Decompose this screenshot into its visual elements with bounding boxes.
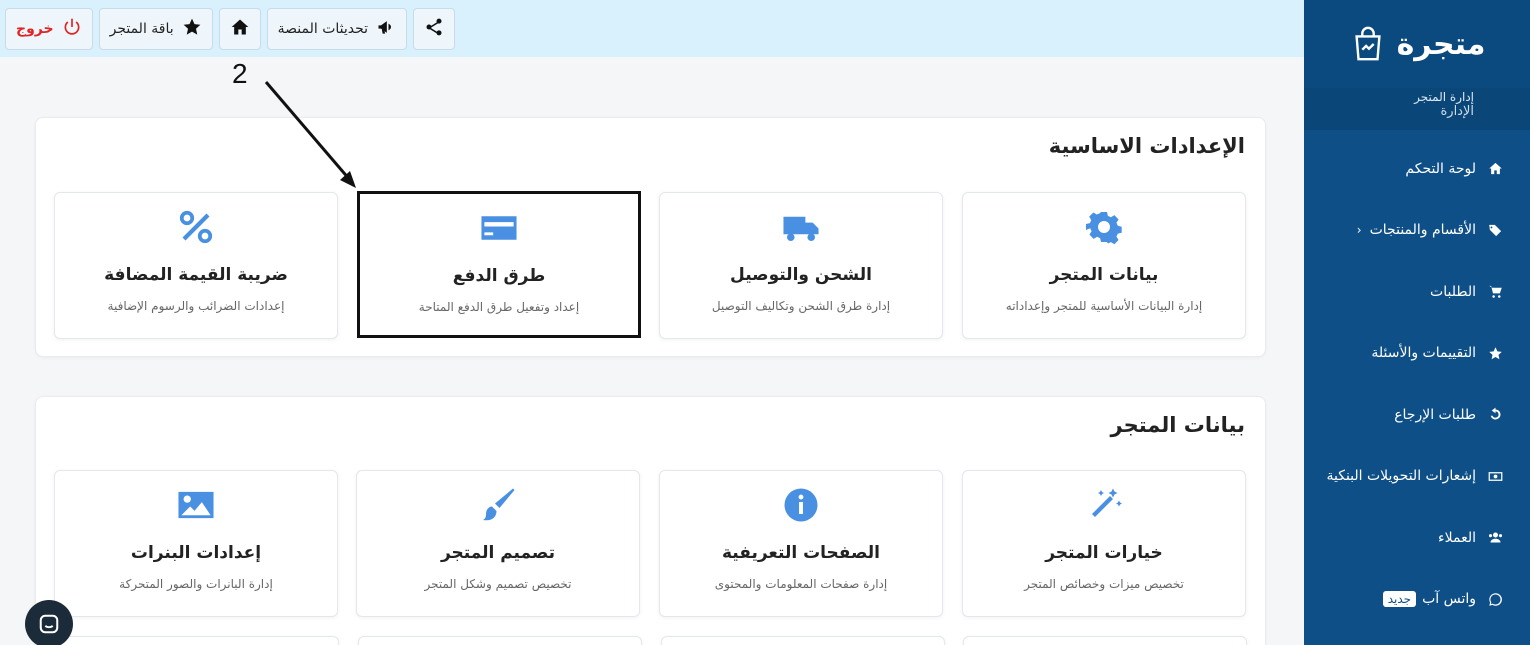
card-description: إدارة صفحات المعلومات والمحتوى — [714, 577, 888, 591]
logout-label: خروج — [16, 20, 54, 37]
card-partial — [661, 636, 945, 645]
home-button[interactable] — [218, 7, 261, 50]
megaphone-icon — [376, 17, 396, 41]
shopping-bag-icon — [1354, 26, 1381, 61]
card-payment-methods[interactable]: طرق الدفع إعداد وتفعيل طرق الدفع المتاحة — [357, 191, 641, 338]
section-title: بيانات المتجر — [1110, 413, 1245, 437]
section-title: الإعدادات الاساسية — [1048, 134, 1245, 158]
store-package-button[interactable]: باقة المتجر — [98, 7, 213, 50]
gear-icon — [963, 209, 1245, 245]
sidebar-item-label: الأقسام والمنتجات — [1369, 222, 1476, 239]
card-description: إدارة البيانات الأساسية للمتجر وإعداداته — [1005, 299, 1203, 313]
card-title: ضريبة القيمة المضافة — [104, 265, 288, 285]
card-banner-settings[interactable]: إعدادات البنرات إدارة البانرات والصور ال… — [54, 470, 338, 617]
platform-updates-button[interactable]: تحديثات المنصة — [266, 7, 408, 50]
sidebar-item-bank-transfers[interactable]: إشعارات التحويلات البنكية — [1304, 446, 1530, 508]
sidebar-item-orders[interactable]: الطلبات — [1304, 261, 1530, 323]
card-store-options[interactable]: خيارات المتجر تخصيص ميزات وخصائص المتجر — [962, 470, 1246, 617]
sidebar-item-label: طلبات الإرجاع — [1394, 406, 1476, 423]
sidebar-item-label: لوحة التحكم — [1405, 160, 1476, 177]
sidebar-item-label: الطلبات — [1430, 283, 1476, 300]
card-info-pages[interactable]: الصفحات التعريفية إدارة صفحات المعلومات … — [659, 470, 943, 617]
platform-updates-label: تحديثات المنصة — [277, 20, 369, 37]
star-icon — [182, 17, 202, 41]
logout-button[interactable]: خروج — [5, 7, 93, 50]
store-data-panel: بيانات المتجر خيارات المتجر تخصيص ميزات … — [35, 396, 1266, 645]
cart-icon — [1486, 284, 1504, 299]
sidebar-item-categories-products[interactable]: الأقسام والمنتجات ‹ — [1304, 200, 1530, 262]
card-vat[interactable]: ضريبة القيمة المضافة إعدادات الضرائب وال… — [54, 192, 338, 339]
card-store-data[interactable]: بيانات المتجر إدارة البيانات الأساسية لل… — [962, 192, 1246, 339]
info-icon — [660, 487, 942, 523]
magic-wand-icon — [963, 487, 1245, 523]
money-icon — [1486, 469, 1504, 484]
home-icon — [1486, 161, 1504, 176]
card-store-design[interactable]: تصميم المتجر تخصيص تصميم وشكل المتجر — [356, 470, 640, 617]
section-subtitle: الإدارة — [1440, 104, 1474, 119]
card-description: إدارة البانرات والصور المتحركة — [119, 577, 273, 591]
users-icon — [1486, 530, 1504, 545]
paintbrush-icon — [357, 487, 639, 523]
percent-icon — [55, 209, 337, 245]
home-icon — [230, 17, 250, 41]
new-badge: جديد — [1382, 591, 1417, 608]
card-title: الشحن والتوصيل — [730, 265, 872, 285]
sidebar: متجرة إدارة المتجر الإدارة لوحة التحكم ا… — [1304, 0, 1530, 645]
top-toolbar: خروج باقة المتجر تحديثات المنصة — [0, 0, 1304, 57]
tags-icon — [1486, 223, 1504, 238]
store-package-label: باقة المتجر — [109, 20, 174, 37]
sidebar-item-whatsapp[interactable]: واتس آب جديد — [1304, 569, 1530, 631]
annotation-number: 2 — [232, 58, 248, 89]
card-title: إعدادات البنرات — [130, 543, 262, 563]
card-title: طرق الدفع — [452, 266, 546, 286]
whatsapp-icon — [1486, 592, 1504, 607]
share-button[interactable] — [413, 7, 456, 50]
sidebar-item-label: التقييمات والأسئلة — [1371, 345, 1476, 362]
credit-card-icon — [360, 210, 638, 246]
card-description: إعداد وتفعيل طرق الدفع المتاحة — [418, 300, 580, 314]
sidebar-item-returns[interactable]: طلبات الإرجاع — [1304, 384, 1530, 446]
sidebar-item-dashboard[interactable]: لوحة التحكم — [1304, 138, 1530, 200]
chat-widget-button[interactable] — [25, 600, 73, 645]
logo[interactable]: متجرة — [1304, 0, 1530, 88]
card-title: خيارات المتجر — [1045, 543, 1163, 563]
sidebar-item-label: إشعارات التحويلات البنكية — [1326, 468, 1476, 485]
share-icon — [424, 17, 444, 41]
sidebar-section-header: إدارة المتجر الإدارة — [1304, 88, 1530, 130]
sidebar-item-label: العملاء — [1438, 529, 1476, 546]
star-icon — [1486, 346, 1504, 361]
card-title: الصفحات التعريفية — [721, 543, 881, 563]
card-partial — [963, 636, 1247, 645]
chevron-left-icon: ‹ — [1356, 223, 1362, 238]
card-description: تخصيص ميزات وخصائص المتجر — [1024, 577, 1184, 591]
card-title: تصميم المتجر — [440, 543, 556, 563]
card-partial — [55, 636, 339, 645]
card-title: بيانات المتجر — [1049, 265, 1159, 285]
power-icon — [62, 17, 82, 41]
logo-text: متجرة — [1396, 26, 1486, 62]
card-partial — [358, 636, 642, 645]
card-description: إعدادات الضرائب والرسوم الإضافية — [107, 299, 285, 313]
basic-settings-panel: الإعدادات الاساسية بيانات المتجر إدارة ا… — [35, 117, 1266, 357]
chat-icon — [39, 614, 59, 634]
truck-icon — [660, 209, 942, 245]
card-shipping[interactable]: الشحن والتوصيل إدارة طرق الشحن وتكاليف ا… — [659, 192, 943, 339]
card-description: إدارة طرق الشحن وتكاليف التوصيل — [711, 299, 891, 313]
sidebar-item-reviews[interactable]: التقييمات والأسئلة — [1304, 323, 1530, 385]
undo-icon — [1486, 407, 1504, 422]
section-title: إدارة المتجر — [1414, 90, 1474, 104]
sidebar-item-customers[interactable]: العملاء — [1304, 507, 1530, 569]
sidebar-item-label: واتس آب — [1422, 591, 1476, 608]
sidebar-nav: لوحة التحكم الأقسام والمنتجات ‹ الطلبات … — [1304, 138, 1530, 630]
image-icon — [55, 487, 337, 523]
card-description: تخصيص تصميم وشكل المتجر — [424, 577, 572, 591]
